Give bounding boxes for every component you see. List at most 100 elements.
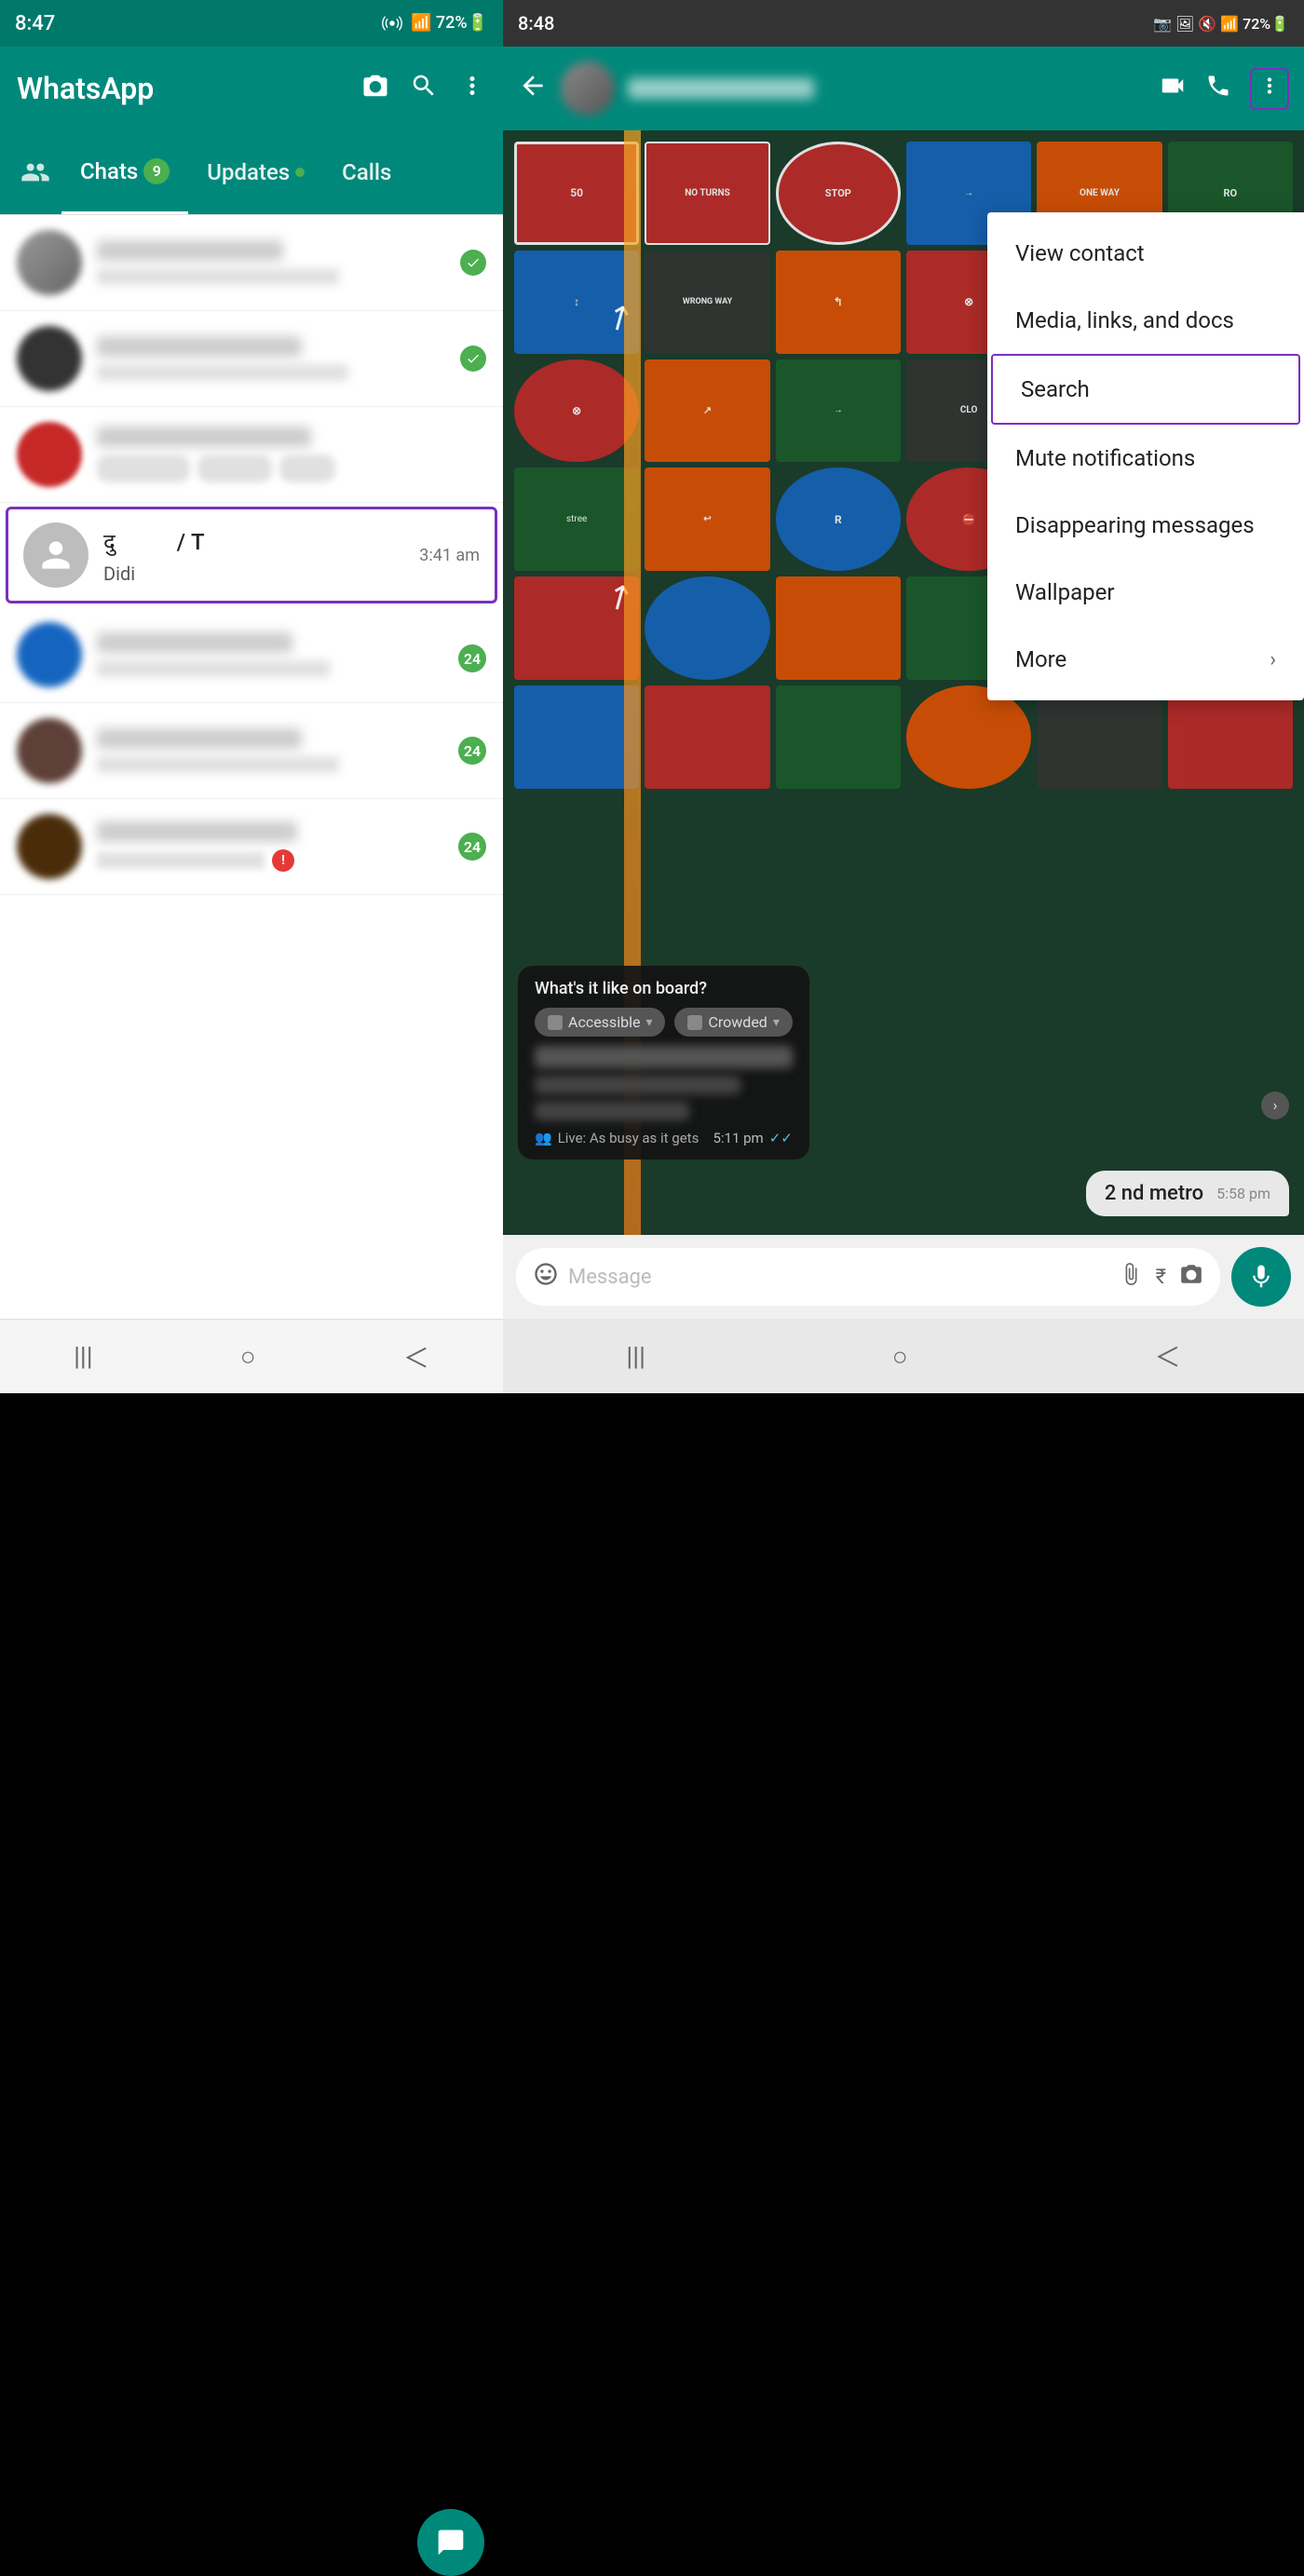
avatar xyxy=(17,622,82,687)
message-input-container[interactable]: Message ₹ xyxy=(516,1248,1220,1306)
video-call-icon[interactable] xyxy=(1159,72,1187,106)
tab-chats[interactable]: Chats 9 xyxy=(61,130,188,214)
bottom-nav-left: ||| ○ ＜ xyxy=(0,1319,503,1393)
chat-item[interactable]: 24 xyxy=(0,607,503,703)
menu-view-contact[interactable]: View contact xyxy=(987,220,1304,287)
avatar xyxy=(17,422,82,487)
time-left: 8:47 xyxy=(15,12,55,35)
chat-content xyxy=(97,240,453,285)
contact-name xyxy=(628,78,814,99)
nav-back[interactable]: ＜ xyxy=(403,1338,429,1376)
status-icons-right: 📷 🖼 🔇 📶 72%🔋 xyxy=(1153,15,1289,33)
camera-input-icon[interactable] xyxy=(1179,1262,1203,1292)
chat-preview xyxy=(97,268,339,285)
nav-home[interactable]: ○ xyxy=(240,1341,256,1372)
menu-mute[interactable]: Mute notifications xyxy=(987,425,1304,492)
tab-updates[interactable]: Updates xyxy=(188,130,323,214)
chat-item[interactable] xyxy=(0,215,503,311)
unread-badge: 24 xyxy=(458,737,486,765)
live-status: 👥 Live: As busy as it gets 5:11 pm ✓✓ xyxy=(535,1130,793,1146)
chat-content-didi: दु / T Didi xyxy=(103,526,412,585)
nav-recent-apps[interactable]: ||| xyxy=(74,1341,93,1372)
nav-back-right[interactable]: ＜ xyxy=(1155,1337,1181,1375)
chat-item[interactable]: 24 xyxy=(0,703,503,799)
contact-info xyxy=(628,78,1146,99)
time-right: 8:48 xyxy=(518,12,554,34)
right-panel: 8:48 📷 🖼 🔇 📶 72%🔋 xyxy=(503,0,1304,1393)
camera-icon[interactable] xyxy=(361,72,389,106)
unread-badge: 24 xyxy=(458,833,486,861)
chat-content xyxy=(97,336,453,381)
chat-content: ! xyxy=(97,821,451,872)
menu-wallpaper[interactable]: Wallpaper xyxy=(987,559,1304,626)
message-time: 5:58 pm xyxy=(1216,1185,1270,1202)
more-options-icon[interactable] xyxy=(458,72,486,106)
chat-item[interactable] xyxy=(0,311,503,407)
mic-button[interactable] xyxy=(1231,1247,1291,1307)
status-bar-left: 8:47 📶 72%🔋 xyxy=(0,0,503,47)
menu-media-links[interactable]: Media, links, and docs xyxy=(987,287,1304,354)
tabs-bar: Chats 9 Updates Calls xyxy=(0,130,503,214)
back-button[interactable] xyxy=(518,71,548,107)
chevron-right-icon: › xyxy=(1270,648,1276,671)
chat-meta xyxy=(460,346,486,372)
chat-item-didi[interactable]: दु / T Didi 3:41 am xyxy=(6,507,497,603)
menu-search[interactable]: Search xyxy=(991,354,1300,425)
tab-calls[interactable]: Calls xyxy=(323,130,410,214)
avatar xyxy=(17,718,82,783)
chat-time-didi: 3:41 am xyxy=(419,546,480,565)
nav-home-right[interactable]: ○ xyxy=(892,1341,908,1372)
attach-icon[interactable] xyxy=(1119,1262,1143,1292)
emoji-icon[interactable] xyxy=(533,1261,559,1294)
chat-content xyxy=(97,427,479,482)
chat-preview xyxy=(97,756,339,773)
chat-item[interactable]: ! 24 xyxy=(0,799,503,895)
chat-body: 50 NO TURNS STOP → ONE WAY RO ↕ WRONG WA… xyxy=(503,130,1304,1235)
menu-disappearing[interactable]: Disappearing messages xyxy=(987,492,1304,559)
tab-chats-label: Chats xyxy=(80,158,138,184)
avatar xyxy=(17,326,82,391)
chat-preview-didi: Didi xyxy=(103,563,412,585)
avatar xyxy=(17,230,82,295)
chat-name xyxy=(97,632,292,653)
status-bar-right: 8:48 📷 🖼 🔇 📶 72%🔋 xyxy=(503,0,1304,47)
search-icon[interactable] xyxy=(410,72,438,106)
chat-name xyxy=(97,427,311,447)
message-placeholder[interactable]: Message xyxy=(568,1266,1109,1289)
option-crowded: Crowded xyxy=(708,1013,767,1031)
chat-name xyxy=(97,821,297,842)
tab-updates-label: Updates xyxy=(207,159,290,185)
bottom-nav-right: ||| ○ ＜ xyxy=(503,1319,1304,1393)
chat-preview xyxy=(97,364,348,381)
rupee-icon[interactable]: ₹ xyxy=(1156,1266,1166,1289)
chat-name-didi: दु / T xyxy=(103,526,412,557)
chat-content xyxy=(97,632,451,677)
app-title: WhatsApp xyxy=(17,71,154,106)
chat-meta: 24 xyxy=(458,637,486,672)
right-header-icons xyxy=(1159,68,1289,110)
phone-call-icon[interactable] xyxy=(1205,73,1231,105)
chat-meta xyxy=(460,250,486,276)
contact-avatar xyxy=(561,61,615,115)
chat-name xyxy=(97,728,302,749)
more-options-button[interactable] xyxy=(1250,68,1289,110)
nav-recent-apps-right[interactable]: ||| xyxy=(626,1341,645,1372)
chat-header-right xyxy=(503,47,1304,130)
chat-list: दु / T Didi 3:41 am 24 xyxy=(0,215,503,1319)
chat-content xyxy=(97,728,451,773)
option-accessible: Accessible xyxy=(568,1013,640,1031)
unread-badge: 24 xyxy=(458,644,486,672)
new-chat-fab[interactable] xyxy=(417,2509,484,2576)
embed-title: What's it like on board? xyxy=(535,979,793,998)
chat-preview xyxy=(97,660,330,677)
chat-name xyxy=(97,336,302,357)
chat-item[interactable] xyxy=(0,407,503,503)
message-embed: What's it like on board? Accessible ▾ Cr… xyxy=(518,966,809,1159)
chat-meta: 24 xyxy=(458,737,486,765)
whatsapp-header: WhatsApp xyxy=(0,47,503,130)
chat-name xyxy=(97,240,283,261)
message-text: 2 nd metro xyxy=(1105,1182,1203,1205)
chat-meta: 24 xyxy=(458,833,486,861)
menu-more[interactable]: More › xyxy=(987,626,1304,693)
tab-community[interactable] xyxy=(9,130,61,214)
